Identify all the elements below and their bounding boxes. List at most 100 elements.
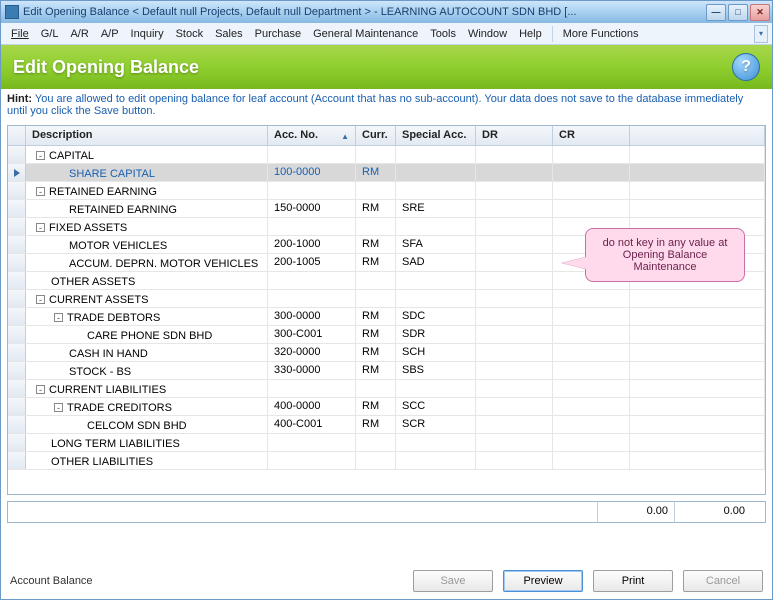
cell-currency[interactable]: RM [356,416,396,433]
row-header[interactable] [8,218,26,235]
cell-acc-no[interactable]: 330-0000 [268,362,356,379]
maximize-button[interactable]: □ [728,4,748,21]
table-row[interactable]: -CURRENT LIABILITIES [8,380,765,398]
cell-acc-no[interactable] [268,272,356,289]
cell-description[interactable]: STOCK - BS [26,362,268,379]
cell-acc-no[interactable] [268,380,356,397]
cell-dr[interactable] [476,146,553,163]
cell-description[interactable]: OTHER LIABILITIES [26,452,268,469]
cell-special-acc[interactable]: SCH [396,344,476,361]
menu-window[interactable]: Window [462,26,513,42]
menu-more-functions[interactable]: More Functions [557,26,645,42]
cell-cr[interactable] [553,416,630,433]
menu-inquiry[interactable]: Inquiry [125,26,170,42]
cell-acc-no[interactable]: 300-0000 [268,308,356,325]
cell-description[interactable]: -CURRENT ASSETS [26,290,268,307]
cell-dr[interactable] [476,398,553,415]
row-header[interactable] [8,290,26,307]
cell-dr[interactable] [476,344,553,361]
cell-dr[interactable] [476,380,553,397]
tree-toggle-icon[interactable]: - [36,151,45,160]
cell-acc-no[interactable]: 400-C001 [268,416,356,433]
table-row[interactable]: RETAINED EARNING150-0000RMSRE [8,200,765,218]
cell-dr[interactable] [476,308,553,325]
cell-special-acc[interactable]: SCC [396,398,476,415]
cell-dr[interactable] [476,362,553,379]
cell-description[interactable]: CASH IN HAND [26,344,268,361]
row-header[interactable] [8,344,26,361]
menu-gl[interactable]: G/L [35,26,65,42]
cell-description[interactable]: ACCUM. DEPRN. MOTOR VEHICLES [26,254,268,271]
row-header[interactable] [8,326,26,343]
cell-dr[interactable] [476,452,553,469]
cell-dr[interactable] [476,164,553,181]
cell-cr[interactable] [553,200,630,217]
cell-acc-no[interactable] [268,218,356,235]
cell-cr[interactable] [553,326,630,343]
table-row[interactable]: OTHER LIABILITIES [8,452,765,470]
help-icon[interactable]: ? [732,53,760,81]
cell-description[interactable]: RETAINED EARNING [26,200,268,217]
cell-acc-no[interactable] [268,290,356,307]
tree-toggle-icon[interactable]: - [36,187,45,196]
cell-special-acc[interactable]: SRE [396,200,476,217]
cell-special-acc[interactable] [396,290,476,307]
cell-acc-no[interactable]: 300-C001 [268,326,356,343]
cell-currency[interactable]: RM [356,254,396,271]
col-currency[interactable]: Curr. [356,126,396,145]
table-row[interactable]: CELCOM SDN BHD400-C001RMSCR [8,416,765,434]
cell-dr[interactable] [476,236,553,253]
cell-acc-no[interactable] [268,182,356,199]
cell-description[interactable]: -TRADE DEBTORS [26,308,268,325]
cell-acc-no[interactable]: 320-0000 [268,344,356,361]
tree-toggle-icon[interactable]: - [36,385,45,394]
cell-dr[interactable] [476,254,553,271]
cell-cr[interactable] [553,164,630,181]
row-header[interactable] [8,308,26,325]
cell-currency[interactable] [356,272,396,289]
cell-currency[interactable] [356,146,396,163]
col-special-acc[interactable]: Special Acc. [396,126,476,145]
cell-special-acc[interactable] [396,434,476,451]
cell-special-acc[interactable]: SDC [396,308,476,325]
print-button[interactable]: Print [593,570,673,592]
menu-purchase[interactable]: Purchase [249,26,307,42]
menu-overflow-button[interactable]: ▾ [754,25,768,43]
row-header[interactable] [8,398,26,415]
tree-toggle-icon[interactable]: - [36,223,45,232]
menu-ar[interactable]: A/R [64,26,94,42]
tree-toggle-icon[interactable]: - [54,313,63,322]
cell-dr[interactable] [476,200,553,217]
tree-toggle-icon[interactable]: - [54,403,63,412]
close-button[interactable]: ✕ [750,4,770,21]
table-row[interactable]: CASH IN HAND320-0000RMSCH [8,344,765,362]
row-header[interactable] [8,200,26,217]
cell-dr[interactable] [476,290,553,307]
cell-acc-no[interactable] [268,146,356,163]
row-header[interactable] [8,362,26,379]
cell-cr[interactable] [553,182,630,199]
cell-currency[interactable] [356,380,396,397]
minimize-button[interactable]: — [706,4,726,21]
row-header[interactable] [8,434,26,451]
col-row-header[interactable] [8,126,26,145]
menu-help[interactable]: Help [513,26,548,42]
cell-dr[interactable] [476,272,553,289]
cell-currency[interactable]: RM [356,200,396,217]
cell-currency[interactable] [356,452,396,469]
cell-acc-no[interactable]: 150-0000 [268,200,356,217]
save-button[interactable]: Save [413,570,493,592]
cell-acc-no[interactable] [268,434,356,451]
col-dr[interactable]: DR [476,126,553,145]
table-row[interactable]: STOCK - BS330-0000RMSBS [8,362,765,380]
row-header[interactable] [8,236,26,253]
cell-currency[interactable]: RM [356,236,396,253]
cell-description[interactable]: -CURRENT LIABILITIES [26,380,268,397]
cell-description[interactable]: SHARE CAPITAL [26,164,268,181]
cell-cr[interactable] [553,452,630,469]
row-header[interactable] [8,272,26,289]
menu-stock[interactable]: Stock [170,26,210,42]
row-header[interactable] [8,182,26,199]
cell-currency[interactable] [356,290,396,307]
cell-dr[interactable] [476,326,553,343]
